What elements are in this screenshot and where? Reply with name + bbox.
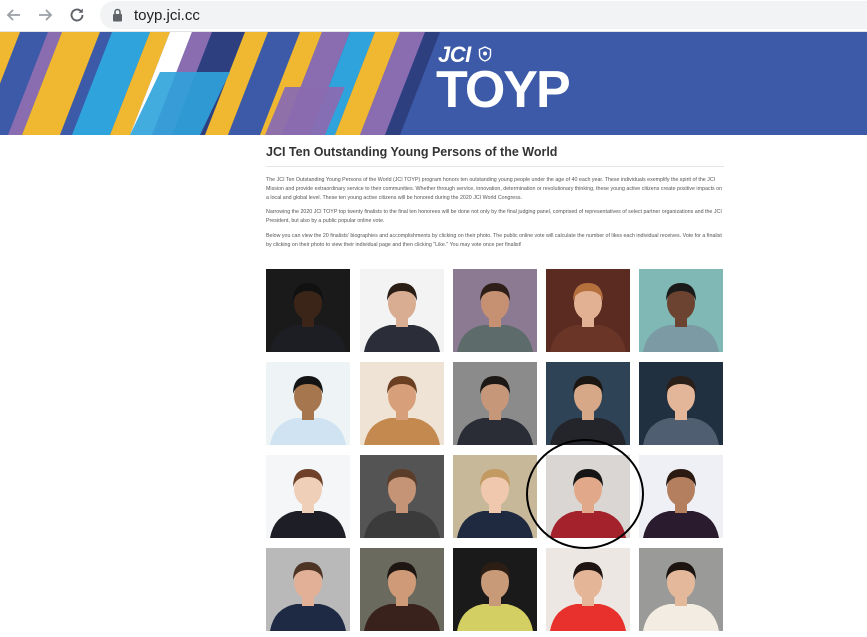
main-content: JCI Ten Outstanding Young Persons of the…	[266, 135, 724, 250]
finalist-photo[interactable]	[546, 269, 630, 352]
finalist-photo[interactable]	[266, 548, 350, 631]
finalist-photo[interactable]	[453, 548, 537, 631]
finalist-photo[interactable]	[546, 548, 630, 631]
intro-paragraph: The JCI Ten Outstanding Young Persons of…	[266, 177, 723, 201]
url-text[interactable]: toyp.jci.cc	[134, 7, 200, 24]
finalist-photo[interactable]	[360, 362, 444, 445]
finalist-photo[interactable]	[639, 455, 723, 538]
finalist-photo[interactable]	[360, 269, 444, 352]
browser-toolbar: toyp.jci.cc	[0, 0, 867, 32]
instructions-paragraph: Below you can view the 20 finalists' bio…	[266, 232, 722, 248]
finalist-photo[interactable]	[266, 362, 350, 445]
finalist-photo[interactable]	[360, 455, 444, 538]
lock-icon[interactable]	[110, 8, 124, 22]
finalist-photo[interactable]	[639, 362, 723, 445]
toyp-logo[interactable]: JCI TOYP	[432, 40, 571, 130]
finalist-photo[interactable]	[360, 548, 444, 631]
finalist-photo[interactable]	[453, 269, 537, 352]
finalist-photo[interactable]	[546, 362, 630, 445]
logo-toyp-text: TOYP	[436, 61, 571, 119]
finalist-photo[interactable]	[639, 548, 723, 631]
finalist-photo[interactable]	[266, 269, 350, 352]
header-banner: JCI TOYP	[0, 32, 867, 135]
finalist-photo[interactable]	[639, 269, 723, 352]
page-title: JCI Ten Outstanding Young Persons of the…	[266, 145, 724, 167]
address-bar[interactable]: toyp.jci.cc	[100, 1, 867, 29]
voting-paragraph: Narrowing the 2020 JCI TOYP top twenty f…	[266, 209, 722, 225]
finalist-photo[interactable]	[453, 455, 537, 538]
finalist-photo[interactable]	[546, 455, 630, 538]
reload-icon[interactable]	[65, 3, 89, 27]
forward-arrow-icon[interactable]	[33, 3, 57, 27]
finalist-photo[interactable]	[453, 362, 537, 445]
finalist-photo[interactable]	[266, 455, 350, 538]
back-arrow-icon[interactable]	[2, 3, 26, 27]
